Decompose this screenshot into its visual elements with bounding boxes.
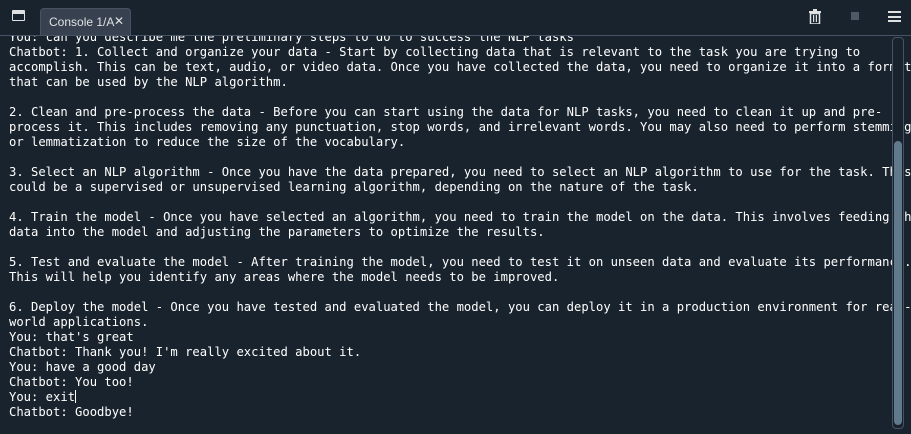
console-line: Chatbot: Thank you! I'm really excited a… (9, 345, 362, 359)
console-line: 5. Test and evaluate the model - After t… (9, 255, 911, 269)
vertical-scrollbar[interactable] (892, 37, 904, 429)
console-line: or lemmatization to reduce the size of t… (9, 135, 406, 149)
console-line: 2. Clean and pre-process the data - Befo… (9, 105, 883, 119)
console-line: 4. Train the model - Once you have selec… (9, 210, 911, 224)
close-icon[interactable]: ✕ (114, 13, 124, 29)
text-caret (75, 390, 77, 403)
scrollbar-thumb[interactable] (894, 141, 902, 425)
console-line: Chatbot: 1. Collect and organize your da… (9, 45, 861, 59)
ipython-console-window: Console 1/A ✕ You: can you describe me t… (0, 0, 911, 434)
pane-toggle-icon[interactable] (12, 10, 25, 21)
console-line: Chatbot: You too! (9, 375, 134, 389)
tab-label: Console 1/A (49, 15, 115, 29)
console-line: 6. Deploy the model - Once you have test… (9, 300, 911, 314)
console-text: You: can you describe me the preliminary… (9, 35, 911, 420)
console-line-with-caret: You: exit (9, 390, 885, 405)
console-toolbar: Console 1/A ✕ (0, 0, 911, 35)
console-line: 3. Select an NLP algorithm - Once you ha… (9, 165, 911, 179)
console-line: You: can you describe me the preliminary… (9, 35, 574, 44)
console-line: process it. This includes removing any p… (9, 120, 911, 134)
hamburger-menu-icon[interactable] (888, 11, 901, 22)
console-line: could be a supervised or unsupervised le… (9, 180, 699, 194)
console-output[interactable]: You: can you describe me the preliminary… (0, 35, 911, 434)
console-line: data into the model and adjusting the pa… (9, 225, 545, 239)
console-line-text: You: exit (9, 390, 76, 404)
console-line: You: have a good day (9, 360, 156, 374)
tab-console[interactable]: Console 1/A ✕ (40, 8, 131, 35)
console-line: This will help you identify any areas wh… (9, 270, 560, 284)
console-line: You: that's great (9, 330, 134, 344)
trash-icon[interactable] (809, 9, 821, 24)
console-line: that can be used by the NLP algorithm. (9, 75, 288, 89)
console-line: world applications. (9, 315, 149, 329)
console-line: accomplish. This can be text, audio, or … (9, 60, 911, 74)
console-line: Chatbot: Goodbye! (9, 405, 134, 419)
stop-icon[interactable] (851, 12, 859, 20)
